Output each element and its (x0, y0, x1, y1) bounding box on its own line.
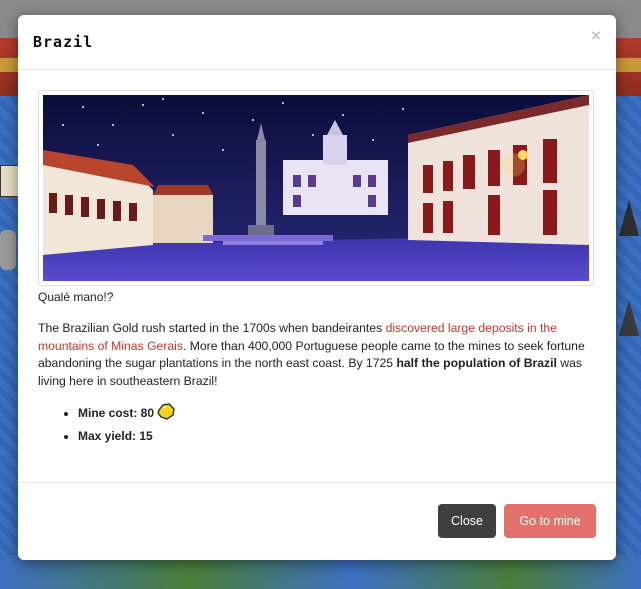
location-image (43, 95, 589, 281)
close-icon[interactable]: × (591, 26, 601, 46)
location-description: The Brazilian Gold rush started in the 1… (38, 320, 596, 390)
go-to-mine-button[interactable]: Go to mine (504, 504, 596, 538)
modal-header: Brazil × (18, 15, 616, 70)
gold-nugget-icon (156, 402, 176, 426)
modal-title: Brazil (33, 33, 94, 51)
location-image-frame (38, 90, 594, 286)
max-yield-label: Max yield: 15 (78, 429, 153, 443)
mine-cost-label: Mine cost: 80 (78, 406, 155, 421)
close-button[interactable]: Close (438, 504, 496, 538)
description-bold-text: half the population of Brazil (396, 356, 557, 370)
modal-footer: Close Go to mine (18, 482, 616, 560)
stat-mine-cost: Mine cost: 80 (78, 402, 596, 426)
location-caption: Qualé mano!? (38, 290, 114, 304)
location-modal: Brazil × Qualé mano!? The Brazilian Gold… (18, 15, 616, 560)
modal-body: Qualé mano!? The Brazilian Gold rush sta… (18, 70, 616, 446)
description-text: The Brazilian Gold rush started in the 1… (38, 321, 386, 335)
mine-stats-list: Mine cost: 80 Max yield: 15 (38, 402, 596, 446)
stat-max-yield: Max yield: 15 (78, 426, 596, 446)
